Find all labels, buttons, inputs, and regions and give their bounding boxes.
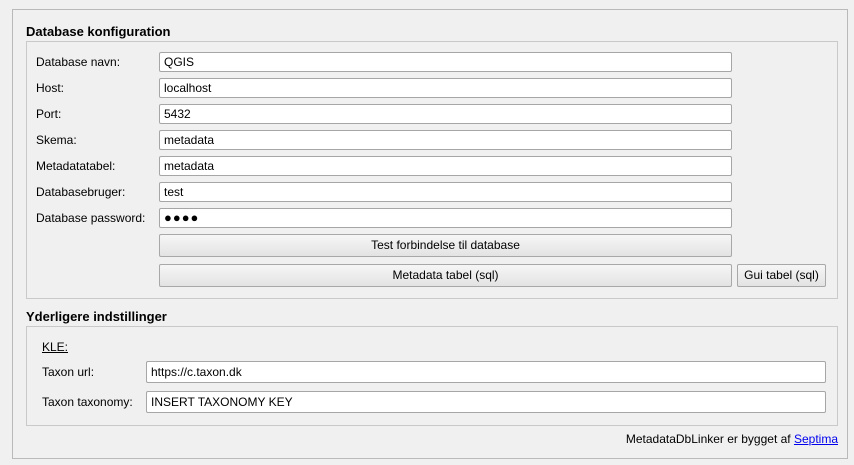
gui-table-sql-button[interactable]: Gui tabel (sql) bbox=[737, 264, 826, 287]
taxon-taxonomy-input[interactable]: INSERT TAXONOMY KEY bbox=[146, 391, 826, 413]
database-password-label: Database password: bbox=[36, 211, 146, 225]
database-user-input[interactable]: test bbox=[159, 182, 732, 202]
metadata-table-label: Metadatatabel: bbox=[36, 159, 116, 173]
database-password-input[interactable]: ●●●● bbox=[159, 208, 732, 228]
port-input[interactable]: 5432 bbox=[159, 104, 732, 124]
kle-section-label: KLE: bbox=[42, 340, 69, 354]
database-group-title: Database konfiguration bbox=[26, 24, 171, 39]
host-label: Host: bbox=[36, 81, 65, 95]
host-input[interactable]: localhost bbox=[159, 78, 732, 98]
footer-credit: MetadataDbLinker er bygget af Septima bbox=[626, 432, 838, 446]
database-user-label: Databasebruger: bbox=[36, 185, 126, 199]
metadata-table-input[interactable]: metadata bbox=[159, 156, 732, 176]
footer-text: MetadataDbLinker er bygget af bbox=[625, 432, 791, 446]
metadata-table-sql-button[interactable]: Metadata tabel (sql) bbox=[159, 264, 732, 287]
taxon-url-input[interactable]: https://c.taxon.dk bbox=[146, 361, 826, 383]
taxon-url-label: Taxon url: bbox=[42, 365, 95, 379]
taxon-taxonomy-label: Taxon taxonomy: bbox=[42, 395, 133, 409]
schema-input[interactable]: metadata bbox=[159, 130, 732, 150]
schema-label: Skema: bbox=[36, 133, 77, 147]
test-connection-button[interactable]: Test forbindelse til database bbox=[159, 234, 732, 257]
septima-link[interactable]: Septima bbox=[794, 432, 838, 446]
extra-settings-group-title: Yderligere indstillinger bbox=[26, 309, 167, 324]
database-name-input[interactable]: QGIS bbox=[159, 52, 732, 72]
port-label: Port: bbox=[36, 107, 62, 121]
database-name-label: Database navn: bbox=[36, 55, 121, 69]
